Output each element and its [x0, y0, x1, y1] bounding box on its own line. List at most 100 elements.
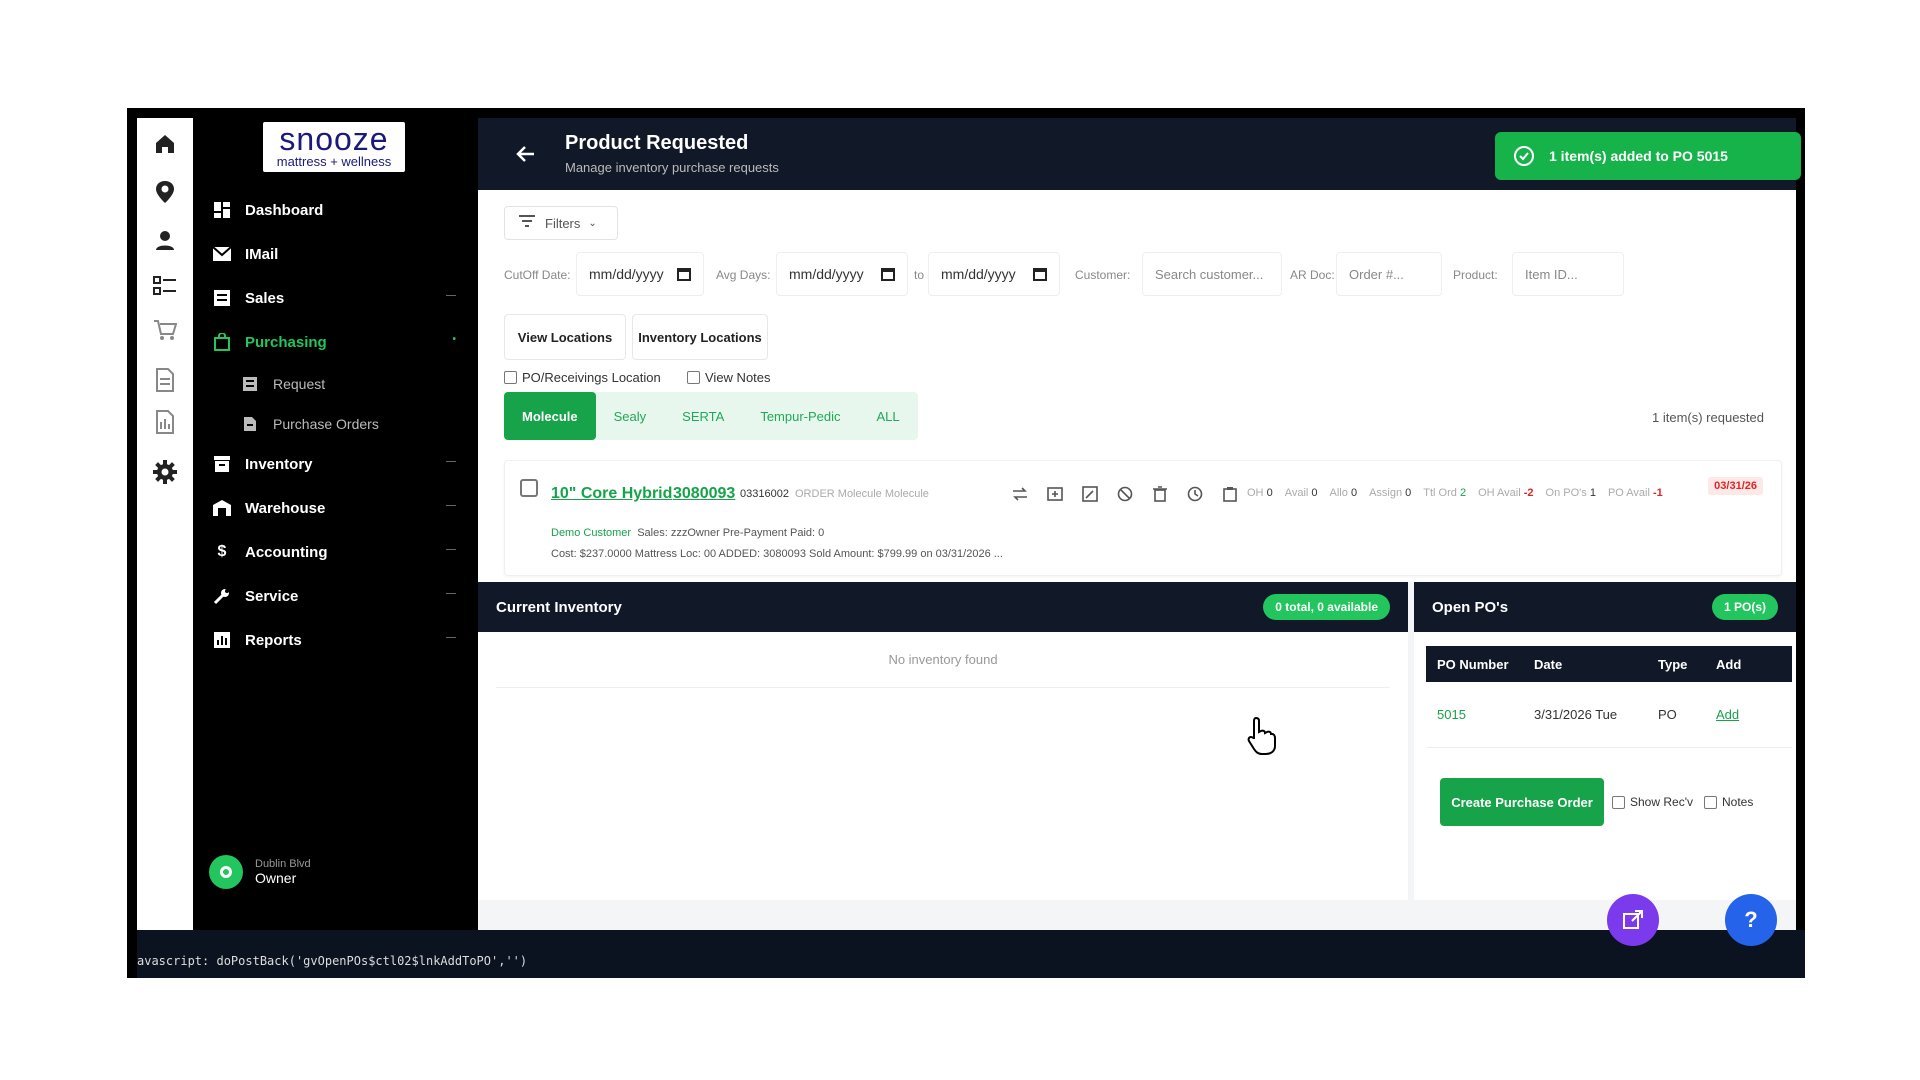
product-code-link[interactable]: 3080093: [673, 485, 735, 503]
reports-icon: [211, 629, 233, 651]
location-pin-icon[interactable]: [151, 178, 179, 206]
warehouse-icon: [211, 497, 233, 519]
edit-icon[interactable]: [1079, 483, 1100, 504]
sidebar-item-warehouse[interactable]: Warehouse —: [193, 488, 478, 528]
customer-placeholder: Search customer...: [1155, 266, 1264, 282]
po-receivings-checkbox[interactable]: [504, 371, 517, 384]
trash-icon[interactable]: [1149, 483, 1170, 504]
sidebar-item-label: Warehouse: [245, 499, 326, 517]
stat-avail: Avail 0: [1284, 487, 1318, 499]
add-to-po-link[interactable]: Add: [1716, 707, 1792, 722]
shopping-bag-icon: [211, 331, 233, 353]
to-label: to: [914, 268, 925, 282]
sidebar-item-inventory[interactable]: Inventory —: [193, 444, 478, 484]
avg-to-input[interactable]: mm/dd/yyyy: [928, 252, 1060, 296]
avg-from-input[interactable]: mm/dd/yyyy: [776, 252, 908, 296]
transfer-icon[interactable]: [1009, 483, 1030, 504]
sidebar-subitem-label: Request: [273, 376, 326, 392]
main-content: Product Requested Manage inventory purch…: [478, 118, 1801, 930]
back-arrow-icon[interactable]: [512, 140, 540, 168]
sidebar-item-label: Purchasing: [245, 333, 327, 351]
filters-label: Filters: [545, 215, 581, 231]
sidebar-subitem-purchase-orders[interactable]: Purchase Orders: [193, 406, 478, 442]
logo-main: snooze: [279, 121, 389, 157]
open-pos-panel: Open PO's 1 PO(s) PO Number Date Type Ad…: [1414, 582, 1796, 900]
notes-checkbox[interactable]: [1704, 796, 1717, 809]
cutoff-label: CutOff Date:: [504, 268, 571, 282]
user-icon[interactable]: [151, 226, 179, 254]
product-select-checkbox[interactable]: [520, 479, 538, 497]
sidebar-item-service[interactable]: Service —: [193, 576, 478, 616]
wrench-icon: [211, 585, 233, 607]
view-locations-button[interactable]: View Locations: [504, 314, 626, 360]
customer-search-input[interactable]: Search customer...: [1142, 252, 1282, 296]
stat-assign: Assign 0: [1369, 487, 1412, 499]
sidebar-item-dashboard[interactable]: Dashboard: [193, 190, 478, 230]
ardoc-input[interactable]: Order #...: [1336, 252, 1442, 296]
cancel-icon[interactable]: [1114, 483, 1135, 504]
tab-sealy[interactable]: Sealy: [596, 392, 665, 440]
chevron-icon: —: [446, 290, 456, 301]
sales-info: Sales: zzzOwner Pre-Payment Paid: 0: [637, 527, 825, 539]
table-row: 5015 3/31/2026 Tue PO Add: [1426, 682, 1792, 748]
sidebar-item-reports[interactable]: Reports —: [193, 620, 478, 660]
cart-icon[interactable]: [151, 316, 179, 344]
column-po-number: PO Number: [1437, 656, 1509, 672]
mail-icon: [211, 243, 233, 265]
gear-icon[interactable]: [151, 458, 179, 486]
icon-rail: [137, 118, 193, 930]
document-icon[interactable]: [151, 366, 179, 394]
cutoff-date-value: mm/dd/yyyy: [589, 266, 664, 282]
calendar-icon: [677, 268, 691, 281]
sidebar-item-purchasing[interactable]: Purchasing •: [193, 322, 478, 362]
clock-icon[interactable]: [1184, 483, 1205, 504]
product-name-link[interactable]: 10" Core Hybrid: [551, 485, 672, 503]
brand-tabs: Molecule Sealy SERTA Tempur-Pedic ALL: [504, 392, 918, 440]
tab-molecule[interactable]: Molecule: [504, 392, 596, 440]
external-link-icon: [1623, 910, 1643, 929]
clipboard-icon[interactable]: [1219, 483, 1240, 504]
success-toast: 1 item(s) added to PO 5015: [1495, 132, 1801, 180]
open-external-button[interactable]: [1607, 894, 1659, 946]
show-recv-checkbox[interactable]: [1612, 796, 1625, 809]
sidebar-item-label: Sales: [245, 289, 285, 307]
sidebar-subitem-request[interactable]: Request: [193, 366, 478, 402]
customer-link[interactable]: Demo Customer: [551, 527, 631, 539]
report-icon[interactable]: [151, 408, 179, 436]
checklist-icon[interactable]: [151, 272, 179, 300]
po-number-link[interactable]: 5015: [1426, 707, 1534, 722]
view-notes-checkbox[interactable]: [687, 371, 700, 384]
help-button[interactable]: ?: [1725, 894, 1777, 946]
create-purchase-order-button[interactable]: Create Purchase Order: [1440, 778, 1604, 826]
inventory-locations-button[interactable]: Inventory Locations: [632, 314, 768, 360]
chevron-down-icon: ⌄: [588, 217, 597, 229]
home-icon[interactable]: [151, 130, 179, 158]
sidebar-item-label: Accounting: [245, 543, 328, 561]
user-role: Owner: [255, 870, 297, 886]
sidebar-item-accounting[interactable]: $ Accounting —: [193, 532, 478, 572]
sidebar-item-imail[interactable]: IMail: [193, 234, 478, 274]
open-pos-table: PO Number Date Type Add 5015 3/31/2026 T…: [1426, 646, 1792, 748]
stat-ttl-ord: Ttl Ord 2: [1423, 487, 1467, 499]
sidebar-item-sales[interactable]: Sales —: [193, 278, 478, 318]
stat-oh: OH 0: [1247, 487, 1273, 499]
tab-all[interactable]: ALL: [859, 392, 918, 440]
requested-count: 1 item(s) requested: [1652, 410, 1764, 425]
sales-icon: [211, 287, 233, 309]
tab-tempur-pedic[interactable]: Tempur-Pedic: [742, 392, 858, 440]
filter-panel: Filters ⌄ CutOff Date: mm/dd/yyyy Avg Da…: [478, 190, 1796, 582]
po-type: PO: [1658, 707, 1677, 722]
cutoff-date-input[interactable]: mm/dd/yyyy: [576, 252, 704, 296]
tab-serta[interactable]: SERTA: [664, 392, 742, 440]
column-date: Date: [1534, 656, 1563, 672]
user-profile[interactable]: Dublin Blvd Owner: [209, 852, 469, 892]
toast-text: 1 item(s) added to PO 5015: [1549, 148, 1728, 164]
product-cost-line: Cost: $237.0000 Mattress Loc: 00 ADDED: …: [551, 548, 1003, 560]
sidebar-item-label: IMail: [245, 245, 279, 263]
page-title: Product Requested: [565, 132, 749, 154]
filters-button[interactable]: Filters ⌄: [504, 206, 618, 240]
ardoc-label: AR Doc:: [1290, 268, 1335, 282]
chevron-icon: —: [446, 456, 456, 467]
product-input[interactable]: Item ID...: [1512, 252, 1624, 296]
add-box-icon[interactable]: [1044, 483, 1065, 504]
